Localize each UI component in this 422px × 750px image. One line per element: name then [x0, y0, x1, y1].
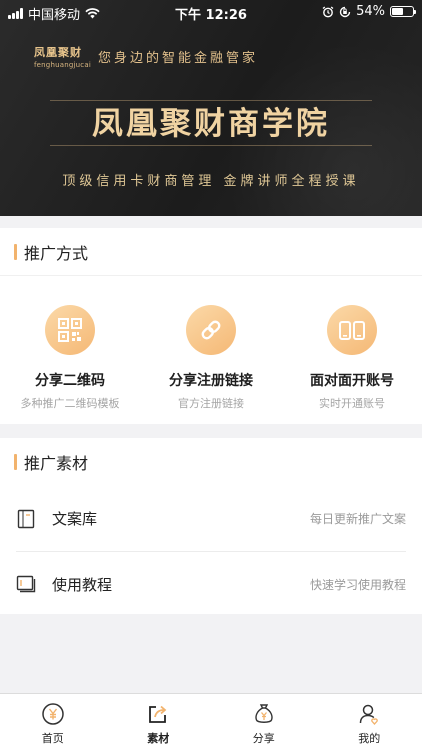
tab-materials[interactable]: 素材	[106, 694, 212, 750]
copywriting-library-label: 文案库	[52, 510, 98, 528]
rotation-lock-icon	[339, 6, 351, 17]
face-to-face-desc: 实时开通账号	[319, 397, 385, 410]
tab-materials-label: 素材	[147, 732, 170, 745]
share-qrcode-label: 分享二维码	[35, 373, 105, 389]
promotion-section: 推广方式 分享二维码 多种推广二维码模板 分享注册链接 官方注册链接 面对面开账…	[0, 228, 422, 424]
tab-share-label: 分享	[252, 732, 275, 745]
share-qrcode-option[interactable]: 分享二维码 多种推广二维码模板	[0, 277, 140, 411]
bottom-tab-bar: 首页 素材 分享 我的	[0, 693, 422, 750]
tab-home[interactable]: 首页	[0, 694, 106, 750]
hero-banner: 中国移动 下午 12:26 54% 凤凰聚财 fenghuangjucai 您身…	[0, 0, 422, 216]
banner-title: 凤凰聚财商学院	[50, 100, 372, 146]
share-link-label: 分享注册链接	[169, 373, 253, 389]
share-link-option[interactable]: 分享注册链接 官方注册链接	[141, 277, 281, 411]
battery-percent: 54%	[356, 4, 385, 19]
tab-share[interactable]: 分享	[211, 694, 317, 750]
promotion-title: 推广方式	[24, 243, 89, 263]
battery-icon	[390, 6, 416, 17]
book-icon	[16, 574, 36, 594]
brand-logo: 凤凰聚财 fenghuangjucai	[34, 44, 91, 69]
share-box-icon	[106, 702, 212, 726]
tutorial-desc: 快速学习使用教程	[309, 577, 406, 592]
brand-name-cn: 凤凰聚财	[34, 46, 82, 59]
banner-subtitle: 顶级信用卡财商管理 金牌讲师全程授课	[62, 174, 360, 189]
yuan-coin-icon	[0, 702, 106, 726]
brand-slogan: 您身边的智能金融管家	[98, 51, 259, 66]
document-icon	[16, 509, 36, 529]
tab-mine[interactable]: 我的	[317, 694, 422, 750]
copywriting-library-item[interactable]: 文案库 每日更新推广文案	[16, 486, 406, 551]
user-icon	[317, 702, 422, 726]
section-accent-bar	[14, 454, 17, 470]
materials-section: 推广素材 文案库 每日更新推广文案 使用教程 快速学习使用教程	[0, 438, 422, 614]
qrcode-icon	[45, 305, 95, 355]
tab-mine-label: 我的	[358, 732, 381, 745]
copywriting-library-desc: 每日更新推广文案	[309, 512, 406, 526]
link-icon	[186, 305, 236, 355]
share-link-desc: 官方注册链接	[178, 397, 244, 410]
status-bar: 中国移动 下午 12:26 54%	[0, 0, 422, 24]
section-accent-bar	[14, 243, 17, 260]
money-bag-icon	[211, 702, 317, 726]
tutorial-label: 使用教程	[52, 575, 113, 594]
tutorial-item[interactable]: 使用教程 快速学习使用教程	[16, 551, 406, 616]
phones-icon	[327, 305, 377, 355]
face-to-face-option[interactable]: 面对面开账号 实时开通账号	[282, 277, 422, 411]
brand-name-en: fenghuangjucai	[34, 61, 91, 69]
alarm-icon	[322, 6, 334, 17]
materials-header: 推广素材	[0, 438, 422, 486]
tab-home-label: 首页	[41, 732, 64, 745]
face-to-face-label: 面对面开账号	[310, 373, 394, 389]
promotion-header: 推广方式	[0, 228, 422, 276]
share-qrcode-desc: 多种推广二维码模板	[20, 397, 120, 410]
materials-title: 推广素材	[24, 454, 89, 473]
